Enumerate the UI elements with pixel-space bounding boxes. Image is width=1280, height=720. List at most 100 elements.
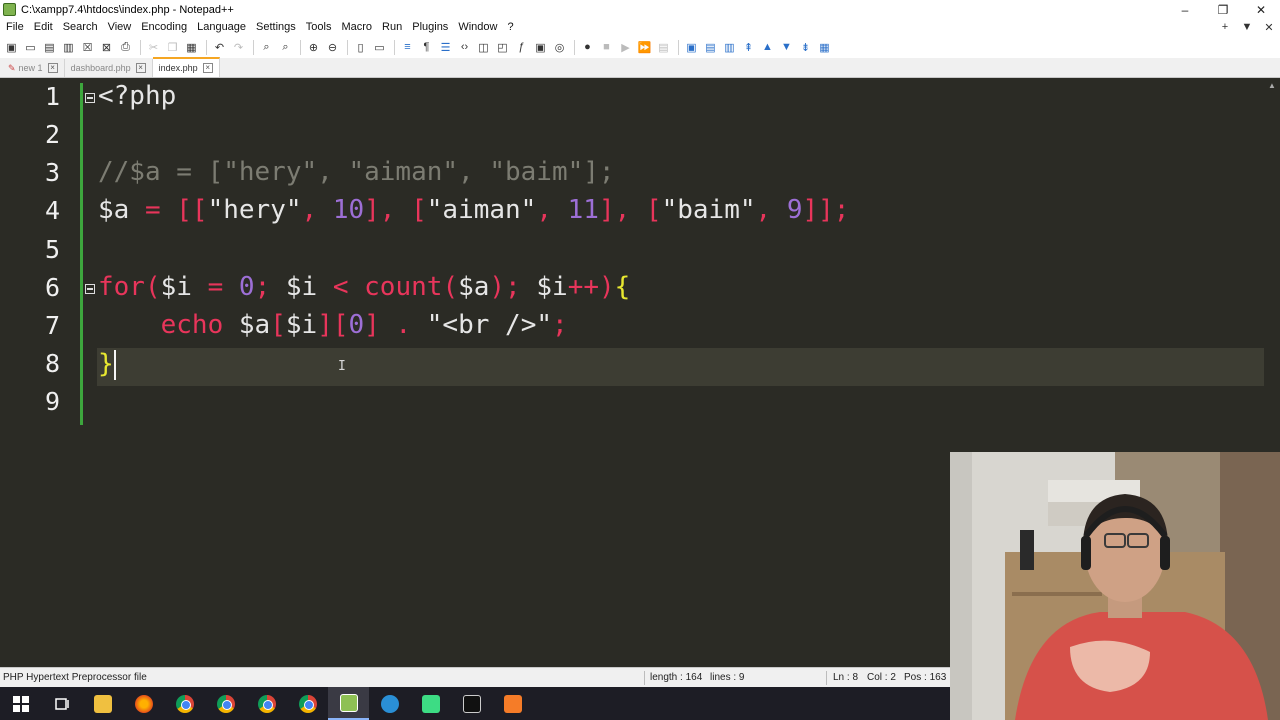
menu-help[interactable]: ? [502, 19, 518, 36]
menu-language[interactable]: Language [192, 19, 251, 36]
tab-dashboard-php[interactable]: dashboard.php × [65, 59, 153, 77]
replace-icon[interactable]: ⌕ [277, 39, 294, 56]
new-tab-icon[interactable]: + [1214, 21, 1236, 34]
menu-bar: File Edit Search View Encoding Language … [0, 19, 1280, 36]
menu-tools[interactable]: Tools [301, 19, 337, 36]
function-list-icon[interactable]: ƒ [513, 39, 530, 56]
menu-macro[interactable]: Macro [336, 19, 377, 36]
record-macro-icon[interactable]: ● [579, 39, 596, 56]
run-macro-multiple-icon[interactable]: ⏩ [636, 39, 653, 56]
menu-view[interactable]: View [103, 19, 137, 36]
save-macro-icon[interactable]: ▤ [655, 39, 672, 56]
menu-file[interactable]: File [0, 19, 29, 36]
paste-icon[interactable]: ▦ [183, 39, 200, 56]
cut-icon[interactable]: ✂ [145, 39, 162, 56]
copy-icon[interactable]: ❐ [164, 39, 181, 56]
redo-icon[interactable]: ↷ [230, 39, 247, 56]
doc-map-icon[interactable]: ◫ [475, 39, 492, 56]
menu-run[interactable]: Run [377, 19, 407, 36]
tab-index-php[interactable]: index.php × [152, 57, 220, 77]
find-icon[interactable]: ⌕ [258, 39, 275, 56]
token-var: $i [536, 272, 568, 302]
scroll-up-icon[interactable]: ▲ [1264, 79, 1280, 93]
undo-icon[interactable]: ↶ [211, 39, 228, 56]
sync-vertical-icon[interactable]: ▯ [352, 39, 369, 56]
print-icon[interactable]: ⎙ [117, 39, 134, 56]
tab-list-icon[interactable]: ▼ [1236, 21, 1258, 34]
tab-close-icon[interactable]: × [135, 63, 146, 73]
tab-new-1[interactable]: ✎ new 1 × [2, 59, 65, 77]
token-punct: ( [442, 272, 459, 302]
modified-pencil-icon: ✎ [8, 62, 16, 73]
taskbar-firefox[interactable] [123, 687, 164, 720]
menu-settings[interactable]: Settings [251, 19, 301, 36]
taskbar-terminal[interactable] [451, 687, 492, 720]
plugin-icon-2[interactable]: ▤ [702, 39, 719, 56]
start-button[interactable] [0, 687, 41, 720]
save-all-icon[interactable]: ▥ [60, 39, 77, 56]
line-number: 4 [44, 196, 60, 225]
show-all-chars-icon[interactable]: ¶ [418, 39, 435, 56]
stop-macro-icon[interactable]: ■ [598, 39, 615, 56]
indent-guide-icon[interactable]: ☰ [437, 39, 454, 56]
restore-button[interactable]: ❐ [1204, 0, 1242, 19]
status-pos: Pos : 163 [904, 672, 947, 683]
token-number: 0 [348, 310, 365, 340]
token-op: < [317, 272, 365, 302]
plugin-icon-4[interactable]: ⇞ [740, 39, 757, 56]
close-file-icon[interactable]: ☒ [79, 39, 96, 56]
monitoring-icon[interactable]: ◎ [551, 39, 568, 56]
tab-label: dashboard.php [70, 63, 131, 73]
minimize-button[interactable]: – [1166, 0, 1204, 19]
taskbar-chrome-3[interactable] [246, 687, 287, 720]
fold-toggle-icon[interactable] [85, 93, 95, 103]
token-brace: { [614, 272, 631, 302]
token-punct: [ [270, 310, 286, 340]
folder-workspace-icon[interactable]: ▣ [532, 39, 549, 56]
line-number: 6 [44, 273, 60, 302]
menu-encoding[interactable]: Encoding [136, 19, 192, 36]
toolbar-separator [300, 39, 301, 55]
zoom-out-icon[interactable]: ⊖ [324, 39, 341, 56]
plugin-icon-3[interactable]: ▥ [721, 39, 738, 56]
notepadpp-logo-icon [3, 3, 16, 16]
token-var: $i [285, 272, 318, 302]
sync-horizontal-icon[interactable]: ▭ [371, 39, 388, 56]
taskbar-chrome-4[interactable] [287, 687, 328, 720]
plugin-icon-6[interactable]: ▦ [816, 39, 833, 56]
taskbar-notepadpp[interactable] [328, 687, 369, 720]
zoom-in-icon[interactable]: ⊕ [305, 39, 322, 56]
arrow-down-icon[interactable]: ▼ [778, 39, 795, 56]
new-file-icon[interactable]: ▣ [3, 39, 20, 56]
menu-window[interactable]: Window [453, 19, 502, 36]
fold-toggle-icon[interactable] [85, 284, 95, 294]
open-file-icon[interactable]: ▭ [22, 39, 39, 56]
tab-close-icon[interactable]: × [47, 63, 58, 73]
toolbar: ▣ ▭ ▤ ▥ ☒ ⊠ ⎙ ✂ ❐ ▦ ↶ ↷ ⌕ ⌕ ⊕ ⊖ ▯ ▭ ≡ ¶ … [0, 36, 1280, 58]
taskbar-android-studio[interactable] [410, 687, 451, 720]
file-explorer-icon [93, 694, 112, 713]
task-view-button[interactable] [41, 687, 82, 720]
taskbar-file-explorer[interactable] [82, 687, 123, 720]
doc-list-icon[interactable]: ◰ [494, 39, 511, 56]
token-punct: ; [552, 310, 568, 340]
plugin-icon-1[interactable]: ▣ [683, 39, 700, 56]
taskbar-chrome-1[interactable] [164, 687, 205, 720]
taskbar-chrome-2[interactable] [205, 687, 246, 720]
taskbar-xampp[interactable] [492, 687, 533, 720]
close-button[interactable]: ✕ [1242, 0, 1280, 19]
save-icon[interactable]: ▤ [41, 39, 58, 56]
menu-edit[interactable]: Edit [29, 19, 58, 36]
menu-plugins[interactable]: Plugins [407, 19, 453, 36]
token-var: $i [285, 310, 318, 340]
word-wrap-icon[interactable]: ≡ [399, 39, 416, 56]
taskbar-vscode[interactable] [369, 687, 410, 720]
tab-close-icon[interactable]: × [202, 63, 213, 73]
play-macro-icon[interactable]: ▶ [617, 39, 634, 56]
close-all-icon[interactable]: ⊠ [98, 39, 115, 56]
plugin-icon-5[interactable]: ⇟ [797, 39, 814, 56]
code-icon[interactable]: ‹› [456, 39, 473, 56]
arrow-up-icon[interactable]: ▲ [759, 39, 776, 56]
close-doc-icon[interactable]: ✕ [1258, 21, 1280, 34]
menu-search[interactable]: Search [58, 19, 103, 36]
